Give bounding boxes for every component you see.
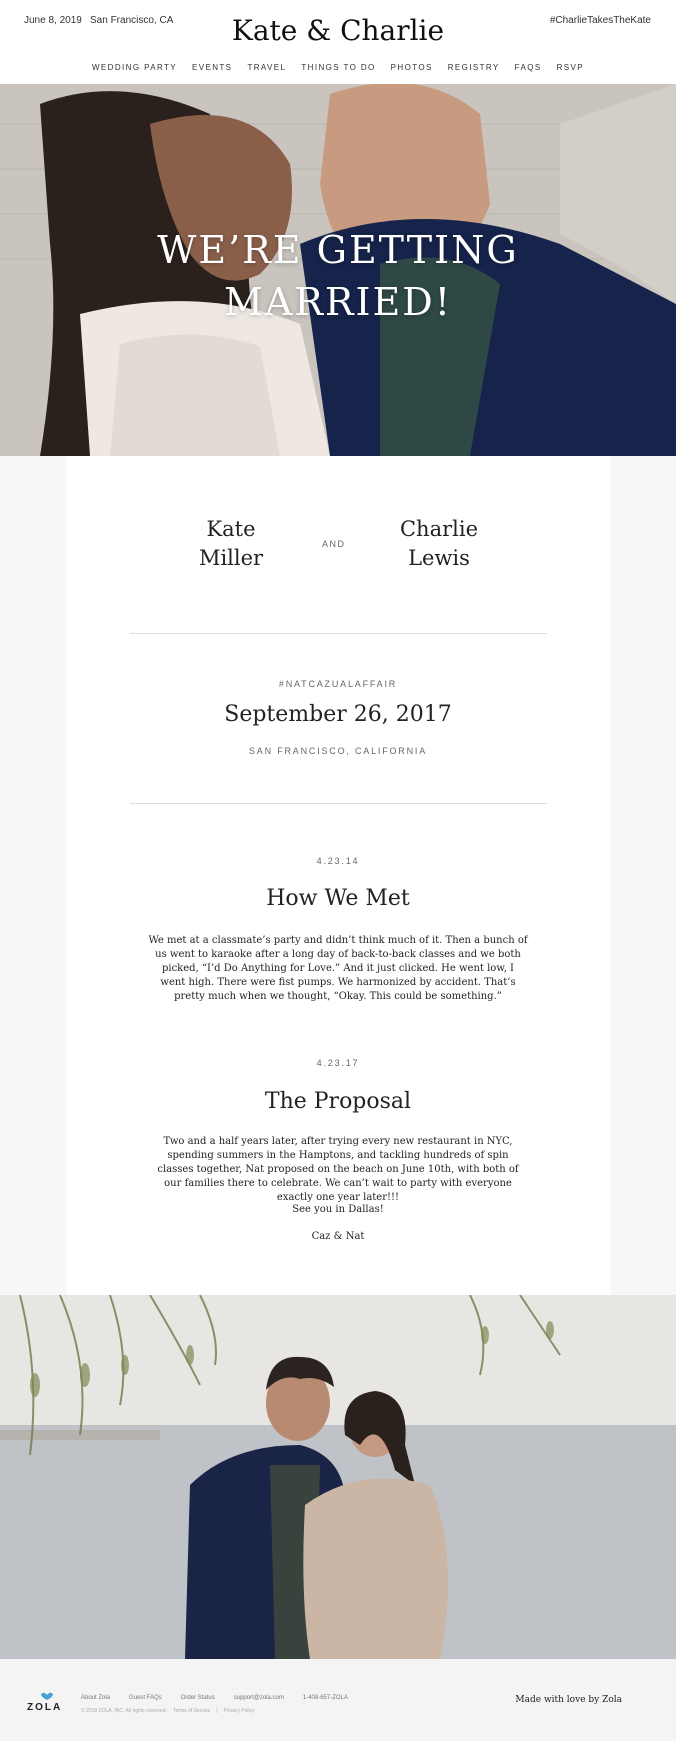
story-date-1: 4.23.14 [316, 856, 360, 866]
hero-photo: WE’RE GETTING MARRIED! [0, 84, 676, 456]
engagement-photo [0, 1295, 676, 1659]
content-card: Kate Miller AND Charlie Lewis #NATCAZUAL… [66, 456, 610, 1295]
event-hashtag: #NATCAZUALAFFAIR [278, 679, 398, 689]
partner-1-name: Kate Miller [156, 515, 306, 573]
partner-1-last-name: Miller [198, 546, 264, 570]
zola-wordmark: ZOLA [27, 1702, 63, 1713]
hero-line-2: MARRIED! [223, 280, 453, 324]
couple-lakeside-illustration [0, 1295, 676, 1659]
wedding-hashtag: #CharlieTakesTheKate [549, 15, 651, 26]
partner-2-name: Charlie Lewis [364, 515, 514, 573]
site-footer: ZOLA About Zola Guest FAQs Order Status … [0, 1659, 676, 1741]
nav-wedding-party[interactable]: WEDDING PARTY [92, 63, 177, 72]
divider [130, 633, 547, 634]
nav-events[interactable]: EVENTS [192, 63, 232, 72]
partner-1-first-name: Kate [206, 517, 256, 541]
privacy-link[interactable]: Privacy Policy [224, 1708, 255, 1714]
nav-photos[interactable]: PHOTOS [391, 63, 433, 72]
story-signature: Caz & Nat [311, 1231, 365, 1242]
site-header: June 8, 2019 San Francisco, CA Kate & Ch… [0, 0, 676, 84]
partner-2-first-name: Charlie [399, 517, 478, 541]
copyright: © 2018 ZOLA, INC. All rights reserved. [81, 1708, 167, 1714]
main-nav: WEDDING PARTY EVENTS TRAVEL THINGS TO DO… [0, 63, 676, 72]
divider [130, 803, 547, 804]
legal-separator: | [216, 1708, 218, 1714]
story-date-2: 4.23.17 [316, 1058, 360, 1068]
footer-link-phone[interactable]: 1-408-657-ZOLA [303, 1695, 348, 1701]
story-title-2: The Proposal [264, 1089, 412, 1114]
nav-travel[interactable]: TRAVEL [247, 63, 286, 72]
story-closing: See you in Dallas! [292, 1204, 384, 1215]
footer-legal: © 2018 ZOLA, INC. All rights reserved. T… [81, 1708, 255, 1714]
story-text-1: We met at a classmate’s party and didn’t… [148, 935, 528, 1002]
hero-line-1: WE’RE GETTING [157, 228, 519, 272]
zola-heart-icon [41, 1692, 53, 1700]
footer-link-support-email[interactable]: support@zola.com [234, 1695, 284, 1701]
footer-link-about[interactable]: About Zola [81, 1695, 110, 1701]
nav-registry[interactable]: REGISTRY [448, 63, 500, 72]
and-separator: AND [322, 539, 346, 549]
nav-faqs[interactable]: FAQS [515, 63, 542, 72]
story-text-2: Two and a half years later, after trying… [157, 1136, 519, 1203]
event-date: September 26, 2017 [224, 702, 452, 727]
event-location: SAN FRANCISCO, CALIFORNIA [248, 746, 428, 756]
footer-link-guest-faqs[interactable]: Guest FAQs [129, 1695, 162, 1701]
footer-link-order-status[interactable]: Order Status [181, 1695, 215, 1701]
hero-headline: WE’RE GETTING MARRIED! [0, 224, 676, 328]
partner-2-last-name: Lewis [408, 546, 470, 570]
terms-link[interactable]: Terms of Service [173, 1708, 210, 1714]
nav-things-to-do[interactable]: THINGS TO DO [301, 63, 375, 72]
story-title-1: How We Met [266, 886, 410, 911]
footer-links: About Zola Guest FAQs Order Status suppo… [81, 1695, 348, 1701]
made-with-love[interactable]: Made with love by Zola [515, 1695, 622, 1705]
nav-rsvp[interactable]: RSVP [557, 63, 584, 72]
